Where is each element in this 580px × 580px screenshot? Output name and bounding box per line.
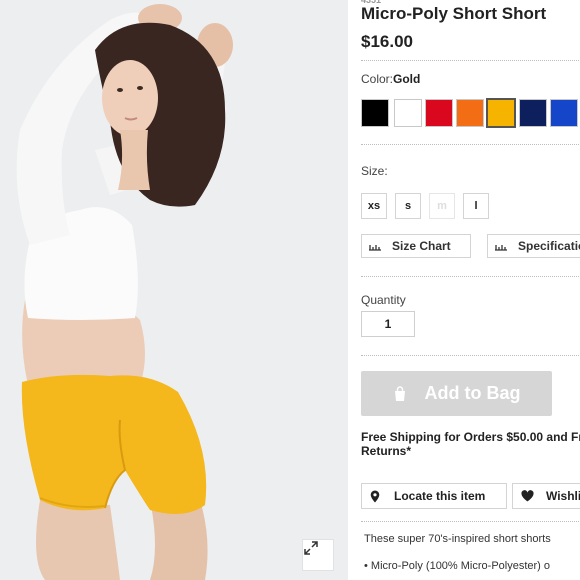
product-title: Micro-Poly Short Short: [361, 4, 547, 23]
color-swatch-orange[interactable]: [456, 99, 484, 127]
ruler-icon: [494, 241, 508, 251]
description-bullet: • Micro-Poly (100% Micro-Polyester) o: [364, 560, 551, 572]
color-swatch-red[interactable]: [425, 99, 453, 127]
add-to-bag-label: Add to Bag: [424, 383, 521, 403]
quantity-input[interactable]: 1: [361, 311, 415, 337]
product-details-panel: 4351 Micro-Poly Short Short $16.00 Color…: [361, 0, 580, 580]
product-price: $16.00: [361, 32, 413, 51]
selected-color-name: Gold: [393, 72, 421, 86]
zoom-button[interactable]: [302, 539, 334, 571]
specifications-label: Specifications: [518, 239, 580, 253]
wishlist-button[interactable]: Wishlist: [512, 483, 580, 509]
color-swatch-gold[interactable]: [486, 98, 516, 128]
bag-icon: [393, 385, 407, 402]
color-swatch-black[interactable]: [361, 99, 389, 127]
size-option-l[interactable]: l: [463, 193, 489, 219]
divider: [361, 521, 580, 522]
product-photo[interactable]: [0, 0, 348, 580]
divider: [361, 60, 580, 61]
shipping-note: Free Shipping for Orders $50.00 and Free…: [361, 430, 580, 458]
description-intro: These super 70's-inspired short shorts: [364, 533, 551, 545]
divider: [361, 144, 580, 145]
color-label: Color:Gold: [361, 72, 421, 86]
add-to-bag-button[interactable]: Add to Bag: [361, 371, 552, 416]
quantity-label: Quantity: [361, 293, 406, 307]
size-chart-button[interactable]: Size Chart: [361, 234, 471, 258]
specifications-button[interactable]: Specifications: [487, 234, 580, 258]
wishlist-label: Wishlist: [546, 489, 580, 503]
size-chart-label: Size Chart: [392, 239, 451, 253]
heart-icon: [521, 490, 534, 502]
color-swatch-navy[interactable]: [519, 99, 547, 127]
model-illustration: [0, 0, 348, 580]
divider: [361, 355, 580, 356]
color-swatch-royal-blue[interactable]: [550, 99, 578, 127]
location-pin-icon: [370, 490, 380, 503]
color-swatch-white[interactable]: [394, 99, 422, 127]
locate-item-button[interactable]: Locate this item: [361, 483, 507, 509]
size-option-xs[interactable]: xs: [361, 193, 387, 219]
size-option-s[interactable]: s: [395, 193, 421, 219]
size-label: Size:: [361, 164, 388, 178]
divider: [361, 276, 580, 277]
locate-item-label: Locate this item: [394, 489, 486, 503]
size-option-m[interactable]: m: [429, 193, 455, 219]
ruler-icon: [368, 241, 382, 251]
